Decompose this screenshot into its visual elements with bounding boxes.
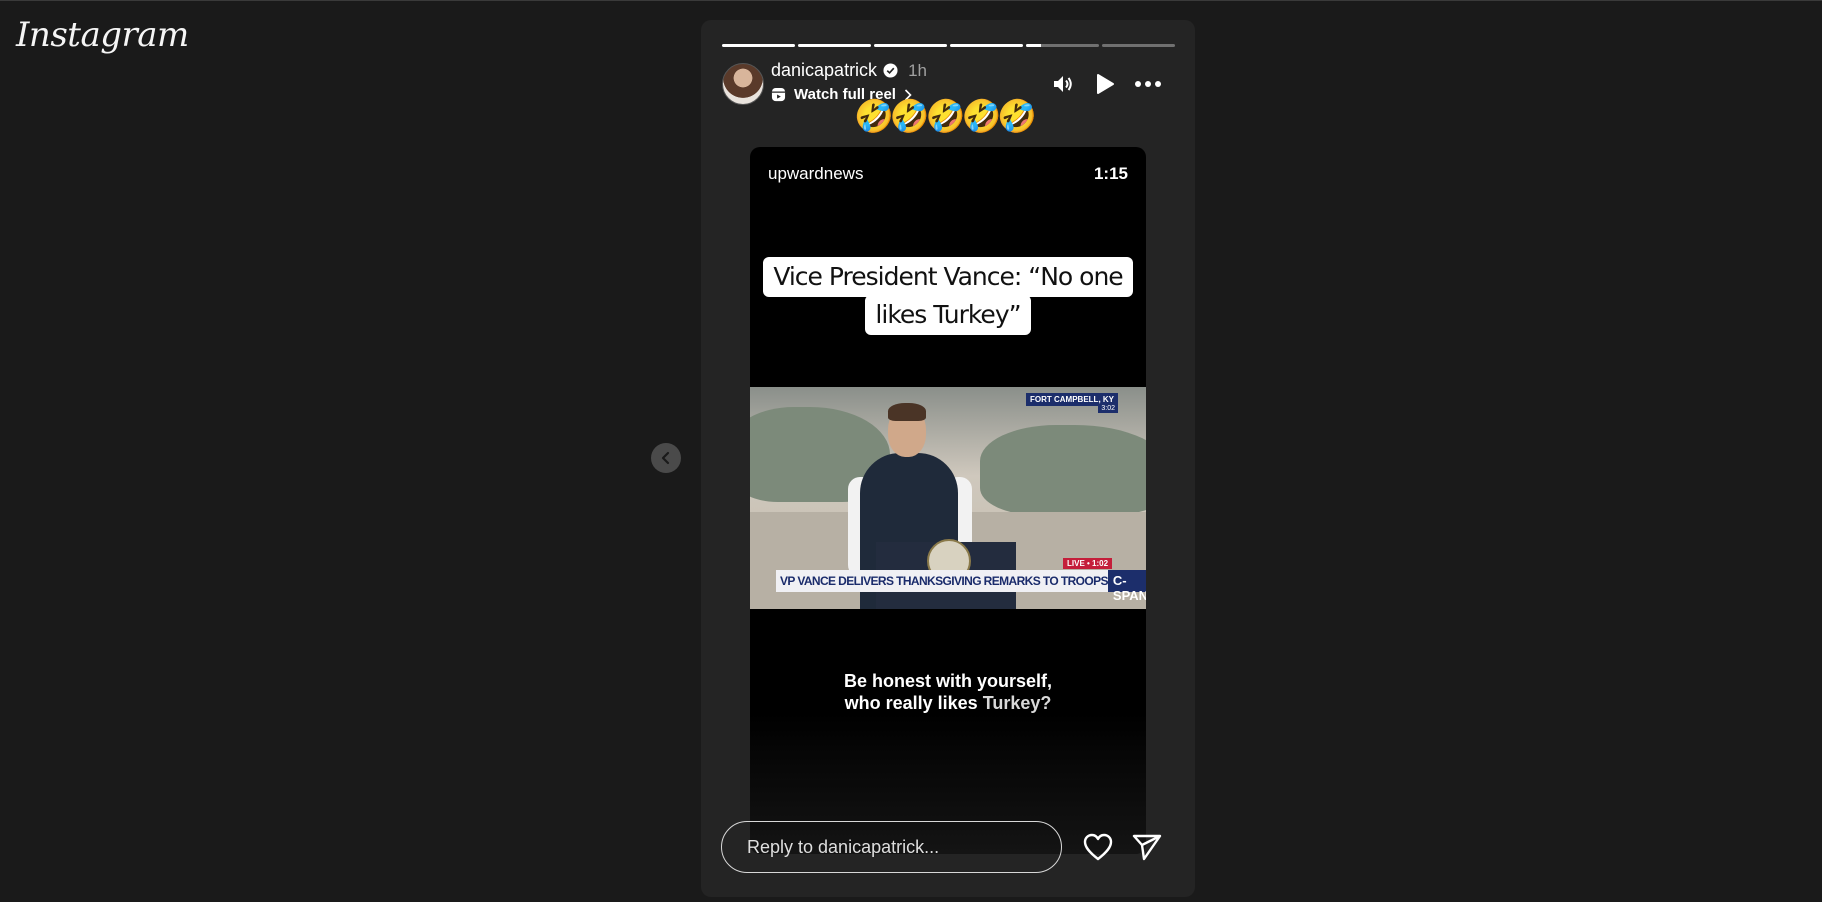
avatar[interactable] [722, 63, 764, 105]
helicopter-right [980, 425, 1146, 515]
network-logo: C-SPAN [1107, 570, 1146, 603]
progress-segment-fill [950, 44, 1023, 47]
progress-segment [874, 44, 947, 47]
caption-line-2: likes Turkey” [865, 295, 1031, 335]
more-options-button[interactable] [1134, 80, 1162, 88]
reel-subtitle: Be honest with yourself, who really like… [750, 670, 1146, 714]
progress-segment [1026, 44, 1099, 47]
mute-button[interactable] [1051, 72, 1075, 96]
progress-segment-fill [798, 44, 871, 47]
progress-segment [950, 44, 1023, 47]
subtitle-line-2-prefix: who really likes [844, 693, 983, 713]
like-button[interactable] [1083, 833, 1113, 861]
progress-segment-fill [874, 44, 947, 47]
story-header: danicapatrick 1h [771, 60, 927, 81]
instagram-logo[interactable]: Instagram [16, 15, 189, 55]
news-chyron: VP VANCE DELIVERS THANKSGIVING REMARKS T… [776, 570, 1146, 603]
clock-tag: 3:02 [1098, 404, 1118, 413]
story-progress-bar [722, 44, 1175, 47]
play-button[interactable] [1094, 72, 1116, 96]
subtitle-line-1: Be honest with yourself, [843, 671, 1053, 691]
subtitle-line-2: who really likes Turkey? [750, 692, 1146, 714]
story-viewer: danicapatrick 1h Watch full reel 🤣🤣🤣🤣🤣 u… [701, 20, 1195, 897]
progress-segment-fill [722, 44, 795, 47]
live-tag: LIVE • 1:02 [1063, 558, 1113, 569]
reel-duration: 1:15 [1093, 164, 1128, 183]
chyron-text: VP VANCE DELIVERS THANKSGIVING REMARKS T… [780, 574, 1109, 588]
video-frame: FORT CAMPBELL, KY 3:02 LIVE • 1:02 VP VA… [750, 387, 1146, 609]
story-time: 1h [908, 60, 927, 80]
story-username[interactable]: danicapatrick [771, 60, 877, 81]
reel-caption: Vice President Vance: “No one likes Turk… [750, 257, 1146, 335]
subtitle-highlight: Turkey? [982, 693, 1052, 713]
reel-icon [771, 87, 786, 102]
share-button[interactable] [1132, 833, 1162, 861]
speaker-hair [888, 403, 926, 421]
progress-segment [798, 44, 871, 47]
progress-segment [722, 44, 795, 47]
reply-input[interactable] [721, 821, 1062, 873]
verified-badge-icon [883, 63, 898, 78]
reel-username[interactable]: upwardnews [768, 164, 863, 184]
progress-segment [1102, 44, 1175, 47]
emoji-text: 🤣🤣🤣🤣🤣 [854, 98, 1037, 134]
previous-story-button[interactable] [651, 443, 681, 473]
shared-reel[interactable]: upwardnews 1:15 Vice President Vance: “N… [750, 147, 1146, 854]
chevron-left-icon [661, 451, 670, 465]
progress-segment-fill [1026, 44, 1041, 47]
caption-line-1: Vice President Vance: “No one [763, 257, 1133, 297]
